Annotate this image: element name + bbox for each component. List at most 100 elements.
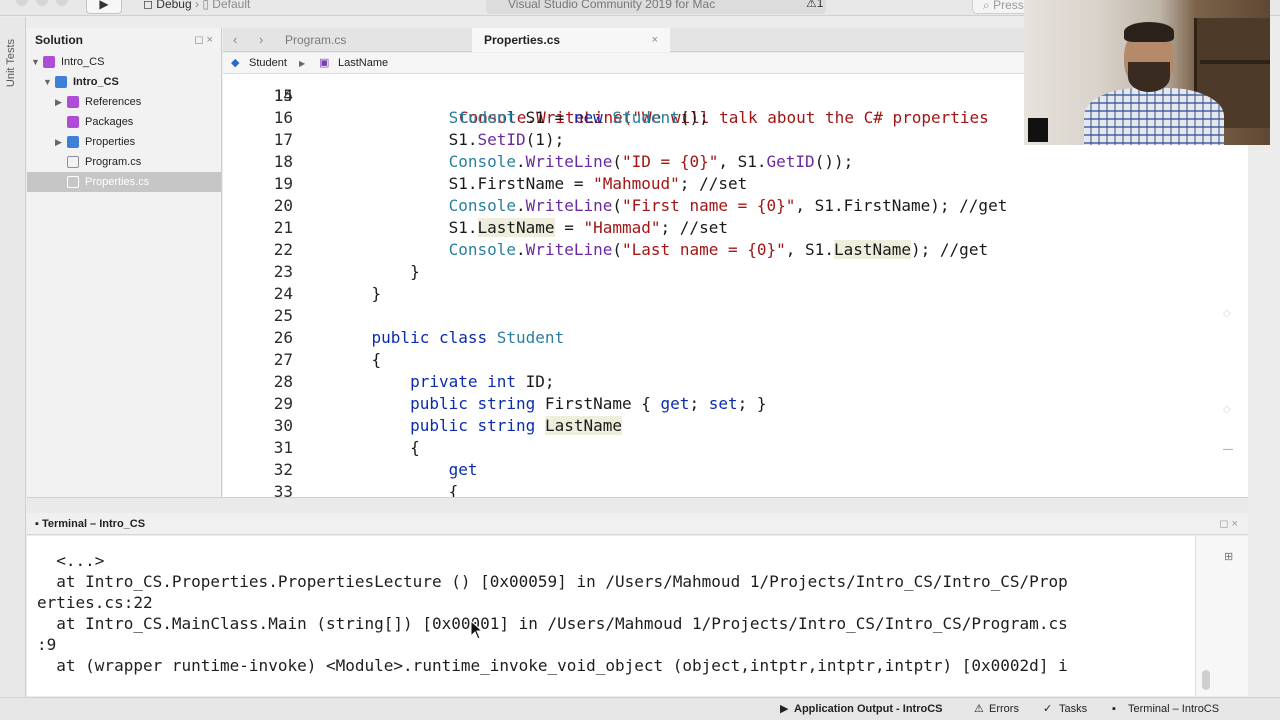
line-number: 22 bbox=[273, 240, 293, 259]
terminal-title: Terminal – Intro_CS bbox=[41, 518, 146, 530]
solution-pad: Solution ◻ × ▼ Intro_CS ▼ Intro_CS ▶ Referenc… bbox=[27, 28, 222, 497]
errors-tab[interactable]: Errors bbox=[989, 698, 1019, 720]
terminal-line: :9 bbox=[37, 635, 57, 654]
tree-item[interactable]: Program.cs bbox=[27, 152, 221, 172]
breadcrumb-class[interactable]: Student bbox=[249, 53, 287, 74]
tab-label: Program.cs bbox=[285, 33, 347, 47]
code-text: Console.WriteLine("Last name = {0}", S1.… bbox=[448, 240, 989, 259]
line-number: 16 bbox=[273, 108, 293, 127]
line-number: 25 bbox=[273, 306, 293, 325]
left-dock-strip: Unit Tests bbox=[0, 17, 26, 697]
tree-item[interactable]: ▶ References bbox=[27, 92, 221, 112]
close-window-button[interactable] bbox=[16, 0, 28, 6]
zoom-window-button[interactable] bbox=[56, 0, 68, 6]
line-number: 18 bbox=[273, 152, 293, 171]
window-controls[interactable] bbox=[16, 0, 76, 9]
terminal-output[interactable]: <...> at Intro_CS.Properties.PropertiesL… bbox=[27, 536, 1248, 696]
expanded-chevron-icon[interactable]: ▼ bbox=[31, 52, 40, 72]
tree-item[interactable]: ▼ Intro_CS bbox=[27, 52, 221, 72]
line-number: 27 bbox=[273, 350, 293, 369]
tab-properties-cs[interactable]: Properties.cs × bbox=[472, 28, 670, 52]
code-line: 32 get bbox=[223, 459, 1248, 481]
webcam-lamp bbox=[1028, 118, 1048, 142]
property-icon: ▣ bbox=[319, 57, 330, 69]
collapsed-chevron-icon[interactable]: ▶ bbox=[55, 92, 62, 112]
line-number: 19 bbox=[273, 174, 293, 193]
minimize-window-button[interactable] bbox=[36, 0, 48, 6]
tab-program-cs[interactable]: Program.cs bbox=[273, 28, 469, 52]
code-text: } bbox=[333, 284, 382, 303]
terminal-icon: ▪ bbox=[35, 518, 42, 530]
code-line: 33 { bbox=[223, 481, 1248, 497]
terminal-pad-controls[interactable]: ◻ × bbox=[1219, 513, 1238, 535]
webcam-presenter-shirt bbox=[1084, 88, 1224, 145]
solution-pad-header: Solution ◻ × bbox=[27, 28, 221, 52]
run-button[interactable]: ▶ bbox=[86, 0, 122, 14]
code-line: 20 Console.WriteLine("First name = {0}",… bbox=[223, 195, 1248, 217]
code-line: 28 private int ID; bbox=[223, 371, 1248, 393]
tab-back-chevron-icon[interactable]: ‹ bbox=[233, 28, 237, 52]
csharp-file-icon bbox=[67, 156, 79, 168]
config-separator: › bbox=[195, 0, 200, 11]
code-text: public string LastName bbox=[410, 416, 622, 435]
code-text: S1.FirstName = "Mahmoud"; //set bbox=[333, 174, 748, 193]
pane-splitter[interactable] bbox=[27, 497, 1248, 513]
pad-window-controls[interactable]: ◻ × bbox=[194, 28, 213, 52]
breadcrumb-separator: ▶ bbox=[299, 59, 306, 68]
tasks-tab[interactable]: Tasks bbox=[1059, 698, 1087, 720]
tab-label: Properties.cs bbox=[484, 33, 561, 47]
collapsed-chevron-icon[interactable]: ▶ bbox=[55, 132, 62, 152]
code-text: } bbox=[333, 262, 420, 281]
terminal-line: at Intro_CS.Properties.PropertiesLecture… bbox=[37, 572, 1068, 591]
class-icon: ◆ bbox=[231, 57, 240, 69]
terminal-tab[interactable]: Terminal – IntroCS bbox=[1128, 698, 1219, 720]
terminal-tab-icon: ▪ bbox=[1112, 703, 1116, 715]
webcam-presenter-beard bbox=[1128, 62, 1170, 92]
code-line: 29 public string FirstName { get; set; } bbox=[223, 393, 1248, 415]
code-line: 30 public string LastName bbox=[223, 415, 1248, 437]
tree-item[interactable]: Packages bbox=[27, 112, 221, 132]
line-number: 24 bbox=[273, 284, 293, 303]
close-tab-icon[interactable]: × bbox=[652, 28, 658, 52]
tree-item[interactable]: Properties.cs bbox=[27, 172, 221, 192]
line-number: 28 bbox=[273, 372, 293, 391]
tab-forward-chevron-icon[interactable]: › bbox=[259, 28, 263, 52]
code-text: S1.LastName = "Hammad"; //set bbox=[333, 218, 728, 237]
solution-pad-title: Solution bbox=[35, 33, 83, 47]
tree-item-label: Packages bbox=[85, 116, 134, 128]
line-number: 20 bbox=[273, 196, 293, 215]
code-line: 21 S1.LastName = "Hammad"; //set bbox=[223, 217, 1248, 239]
terminal-line: <...> bbox=[37, 551, 105, 570]
code-text: S1.SetID(1); bbox=[333, 130, 565, 149]
terminal-scrollbar[interactable] bbox=[1202, 670, 1210, 690]
fold-marker-icon[interactable]: ◇ bbox=[1223, 308, 1231, 319]
device-icon: ▯ bbox=[202, 0, 213, 11]
unit-tests-tab[interactable]: Unit Tests bbox=[5, 39, 17, 87]
code-text: { bbox=[333, 438, 420, 457]
expanded-chevron-icon[interactable]: ▼ bbox=[43, 72, 52, 92]
run-configuration-selector[interactable]: ◻ Debug › ▯ Default bbox=[143, 0, 250, 11]
line-number: 31 bbox=[273, 438, 293, 457]
folder-icon bbox=[67, 136, 79, 148]
breadcrumb-member[interactable]: LastName bbox=[338, 53, 388, 74]
webcam-presenter-hair bbox=[1124, 22, 1174, 42]
code-line: 19 S1.FirstName = "Mahmoud"; //set bbox=[223, 173, 1248, 195]
terminal-sidebar: ⊞ bbox=[1195, 536, 1248, 696]
warnings-indicator[interactable]: ⚠1 bbox=[806, 0, 823, 10]
tree-item-label: References bbox=[85, 96, 142, 108]
line-number: 23 bbox=[273, 262, 293, 281]
code-text: Console.WriteLine("First name = {0}", S1… bbox=[448, 196, 1008, 215]
line-number: 29 bbox=[273, 394, 293, 413]
tree-item[interactable]: ▼ Intro_CS bbox=[27, 72, 221, 92]
code-line: 25 bbox=[223, 305, 1248, 327]
code-line: 26 public class Student bbox=[223, 327, 1248, 349]
code-text: public string FirstName { get; set; } bbox=[410, 394, 767, 413]
code-text: Student S1 = new Student(); bbox=[448, 108, 709, 127]
references-icon bbox=[67, 96, 79, 108]
fold-marker-icon[interactable]: ◇ bbox=[1223, 404, 1231, 415]
new-terminal-icon[interactable]: ⊞ bbox=[1224, 550, 1233, 563]
app-output-tab[interactable]: Application Output - IntroCS bbox=[794, 698, 942, 720]
tree-item[interactable]: ▶ Properties bbox=[27, 132, 221, 152]
code-line: 22 Console.WriteLine("Last name = {0}", … bbox=[223, 239, 1248, 261]
line-number: 17 bbox=[273, 130, 293, 149]
